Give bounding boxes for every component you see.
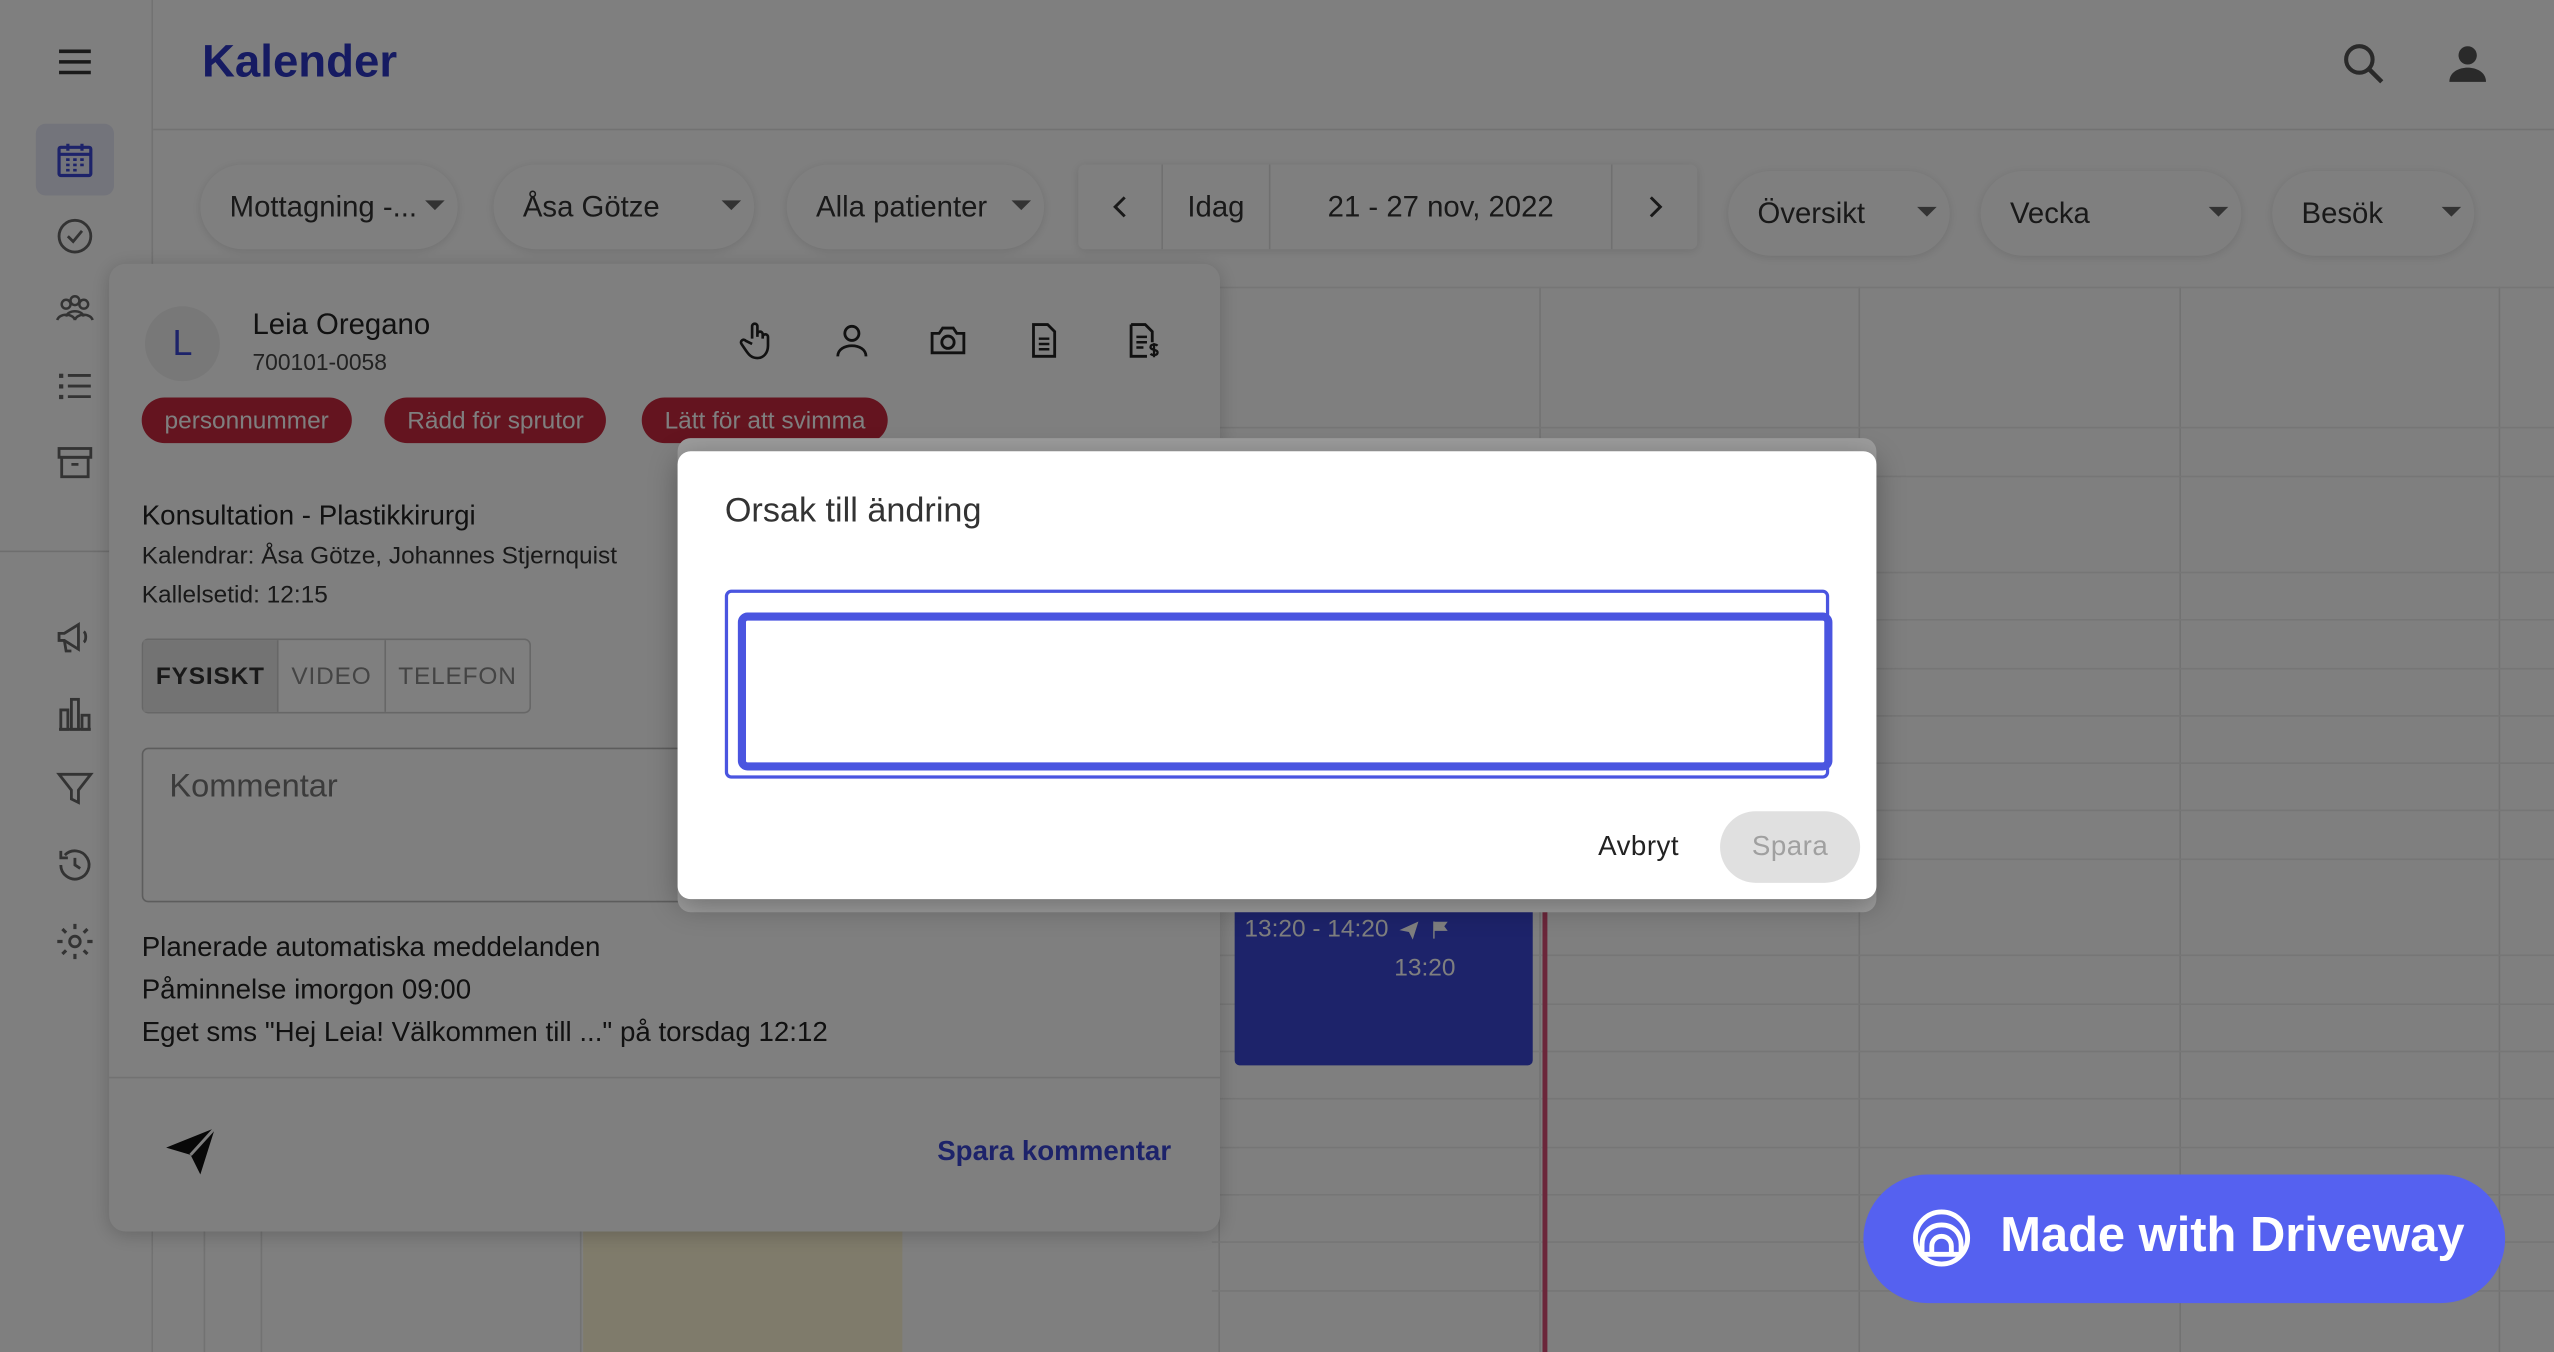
app-root: Kalender Mottagning -... Åsa Götze Alla … — [0, 0, 2554, 1352]
change-reason-dialog: Orsak till ändring Avbryt Spara — [677, 451, 1877, 900]
cancel-button[interactable]: Avbryt — [1577, 813, 1701, 881]
save-button[interactable]: Spara — [1720, 811, 1861, 883]
badge-label: Made with Driveway — [2000, 1208, 2465, 1263]
driveway-logo-icon — [1913, 1209, 1971, 1267]
dialog-title: Orsak till ändring — [724, 491, 982, 530]
made-with-driveway-badge[interactable]: Made with Driveway — [1863, 1174, 2506, 1304]
reason-input[interactable] — [737, 612, 1833, 771]
